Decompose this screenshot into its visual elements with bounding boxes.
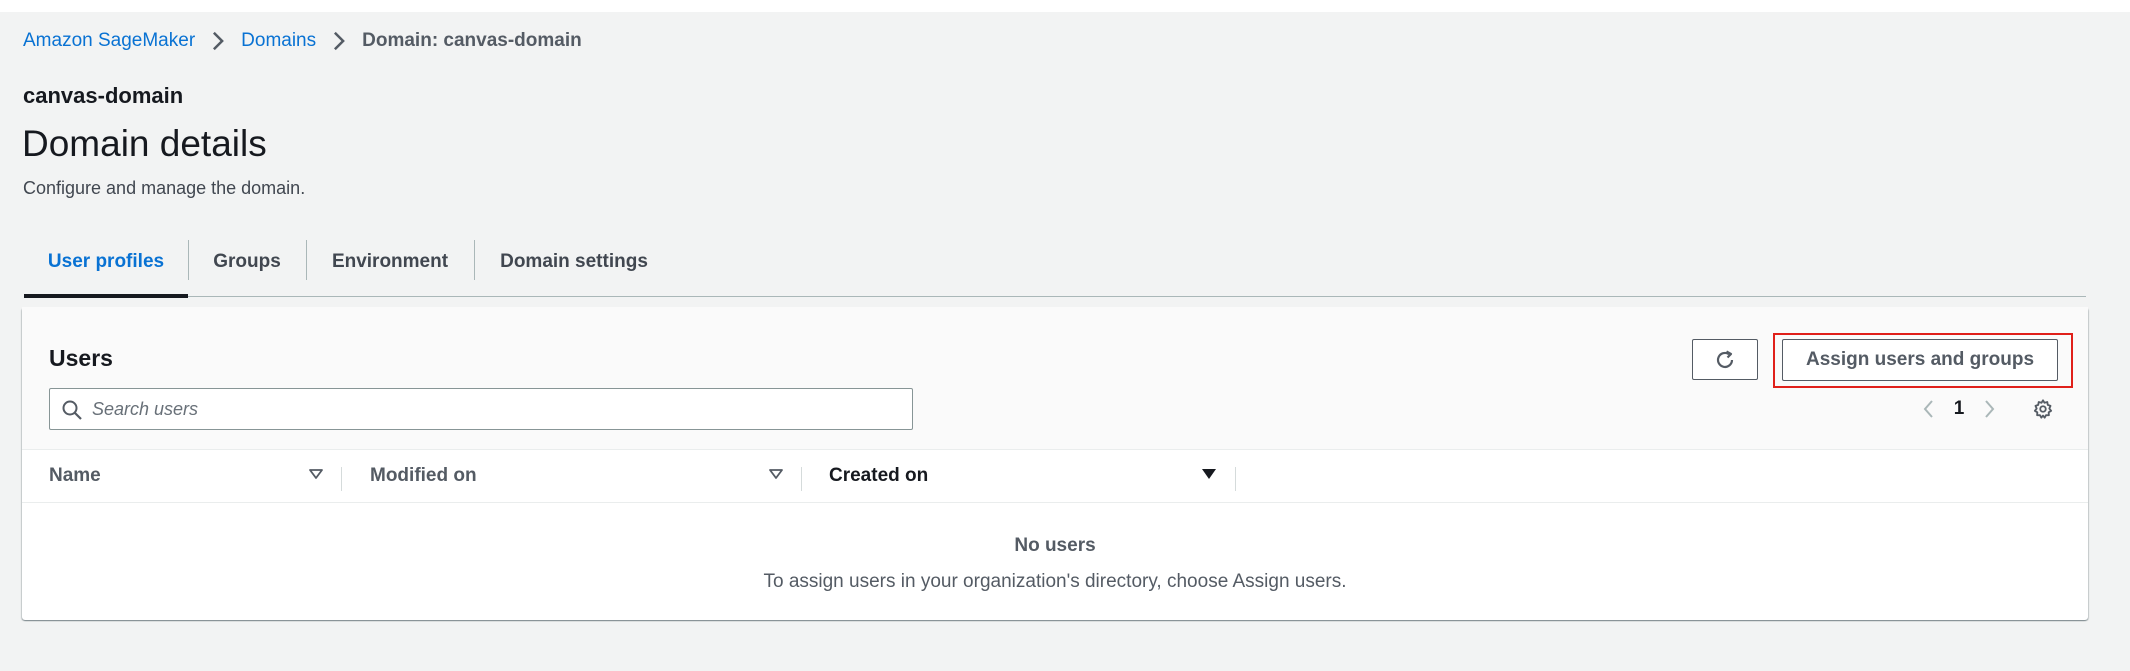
column-label: Modified on xyxy=(370,465,477,486)
tab-domain-settings[interactable]: Domain settings xyxy=(474,226,674,297)
pagination-previous[interactable] xyxy=(1914,393,1944,425)
column-header-modified-on[interactable]: Modified on xyxy=(370,450,477,502)
chevron-left-icon xyxy=(1918,398,1940,420)
refresh-button[interactable] xyxy=(1692,339,1758,380)
column-label: Created on xyxy=(829,465,929,486)
column-divider xyxy=(341,467,342,491)
column-header-name[interactable]: Name xyxy=(49,450,101,502)
sort-unsorted-icon[interactable] xyxy=(307,465,325,483)
users-panel: Users Assign users and groups 1 xyxy=(22,307,2088,620)
chevron-right-icon xyxy=(207,30,229,52)
empty-state-description: To assign users in your organization's d… xyxy=(763,571,1347,592)
tab-environment[interactable]: Environment xyxy=(306,226,474,297)
tab-label: Environment xyxy=(331,250,449,272)
assign-users-and-groups-button[interactable]: Assign users and groups xyxy=(1782,339,2058,381)
column-header-created-on[interactable]: Created on xyxy=(829,450,928,502)
tab-label: Groups xyxy=(213,250,281,272)
tab-groups[interactable]: Groups xyxy=(188,226,306,297)
breadcrumb-current: Domain: canvas-domain xyxy=(362,30,582,51)
breadcrumb-link-sagemaker[interactable]: Amazon SageMaker xyxy=(23,30,195,52)
column-divider xyxy=(801,467,802,491)
page-background: Amazon SageMaker Domains Domain: canvas-… xyxy=(0,12,2130,671)
table-header-separator xyxy=(22,502,2088,503)
refresh-icon xyxy=(1713,348,1737,372)
breadcrumb-link-domains[interactable]: Domains xyxy=(241,30,316,52)
chevron-right-icon xyxy=(328,30,350,52)
tab-label: User profiles xyxy=(47,250,165,272)
sort-descending-icon[interactable] xyxy=(1200,465,1218,483)
pagination-next[interactable] xyxy=(1974,393,2004,425)
sort-unsorted-icon[interactable] xyxy=(767,465,785,483)
tab-bar: User profiles Groups Environment Domain … xyxy=(24,226,2086,298)
tab-label: Domain settings xyxy=(500,250,648,272)
page-title: Domain details xyxy=(22,123,267,164)
domain-name: canvas-domain xyxy=(23,83,184,108)
search-users-input[interactable] xyxy=(92,389,902,429)
search-users-box xyxy=(49,388,913,430)
search-icon xyxy=(61,399,83,421)
pagination-page-number[interactable]: 1 xyxy=(1947,393,1971,425)
page-description: Configure and manage the domain. xyxy=(23,178,306,198)
chevron-right-icon xyxy=(1978,398,2000,420)
gear-icon xyxy=(2032,398,2054,420)
tab-user-profiles[interactable]: User profiles xyxy=(24,226,188,298)
breadcrumb: Amazon SageMaker Domains Domain: canvas-… xyxy=(23,30,582,52)
users-panel-title: Users xyxy=(49,345,113,371)
column-divider xyxy=(1235,467,1236,491)
column-label: Name xyxy=(49,465,101,486)
table-preferences-button[interactable] xyxy=(2026,393,2060,425)
empty-state-title: No users xyxy=(1014,535,1096,556)
